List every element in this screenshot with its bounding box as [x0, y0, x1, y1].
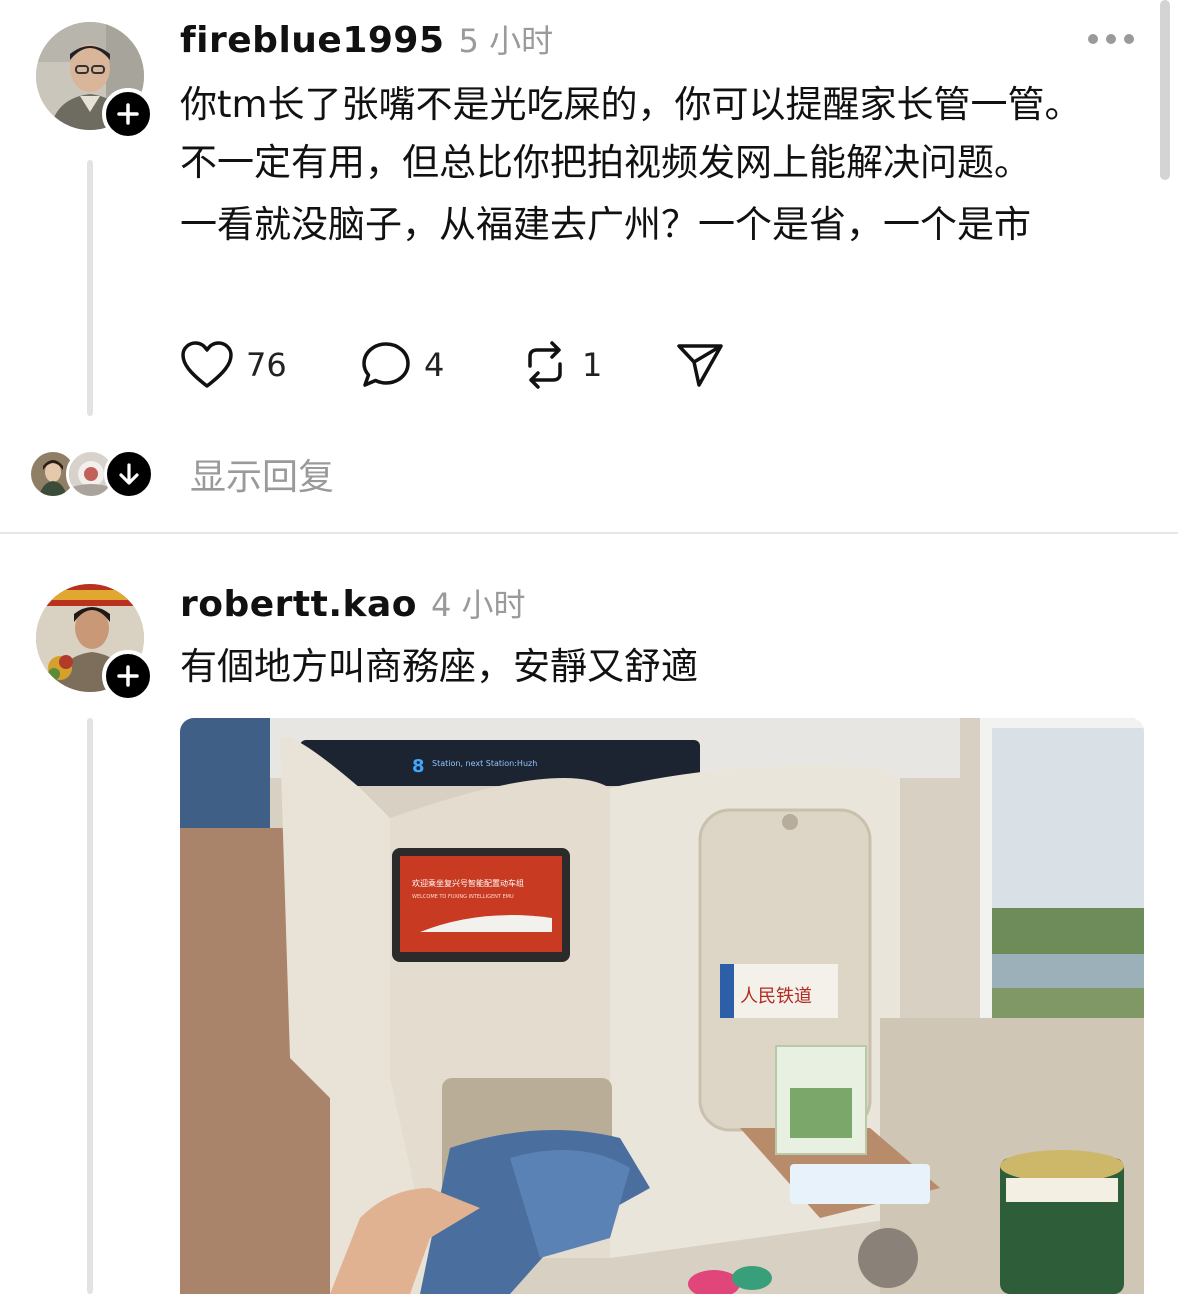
post-divider — [0, 532, 1178, 534]
post-paragraph: 一看就没脑子，从福建去广州？一个是省，一个是市 — [180, 203, 1031, 246]
show-replies-row[interactable]: 显示回复 — [28, 448, 334, 500]
comment-count: 4 — [424, 346, 445, 384]
username[interactable]: robertt.kao — [180, 584, 417, 625]
arrow-down-icon — [119, 463, 139, 485]
post-header: robertt.kao 4 小时 — [180, 580, 526, 626]
magazine-title: 人民铁道 — [740, 986, 812, 1007]
follow-button[interactable] — [102, 650, 154, 702]
timestamp: 5 小时 — [458, 22, 554, 60]
share-icon — [677, 344, 723, 387]
plus-icon — [117, 103, 139, 125]
comment-icon — [362, 342, 410, 387]
post-header: fireblue1995 5 小时 — [180, 16, 553, 62]
post: robertt.kao 4 小时 有個地方叫商務座，安靜又舒適 8 Statio… — [0, 536, 1178, 1294]
thread-line — [87, 718, 93, 1294]
expand-replies-button[interactable] — [104, 449, 154, 499]
follow-button[interactable] — [102, 88, 154, 140]
action-bar: 76 4 1 — [180, 340, 725, 390]
more-icon[interactable] — [1088, 32, 1134, 46]
heart-icon — [181, 341, 233, 388]
train-business-seat-photo: 8 Station, next Station:Huzh 欢迎乘坐复兴号智能配置… — [180, 718, 1144, 1294]
led-number: 8 — [412, 756, 425, 777]
screen-subtitle: WELCOME TO FUXING INTELLIGENT EMU — [412, 894, 514, 900]
timestamp: 4 小时 — [431, 586, 526, 624]
plus-icon — [117, 665, 139, 687]
post-text: 有個地方叫商務座，安靜又舒適 — [180, 638, 1110, 696]
comment-button[interactable]: 4 — [360, 340, 520, 390]
repost-button[interactable]: 1 — [520, 340, 675, 390]
led-text: Station, next Station:Huzh — [432, 759, 537, 768]
share-button[interactable] — [675, 341, 725, 389]
username[interactable]: fireblue1995 — [180, 20, 445, 61]
post-paragraph: 你tm长了张嘴不是光吃屎的，你可以提醒家长管一管。不一定有用，但总比你把拍视频发… — [180, 83, 1082, 184]
repost-count: 1 — [582, 346, 603, 384]
repost-icon — [528, 341, 562, 389]
thread-feed: fireblue1995 5 小时 你tm长了张嘴不是光吃屎的，你可以提醒家长管… — [0, 0, 1178, 1294]
like-button[interactable]: 76 — [180, 340, 360, 390]
post-image[interactable]: 8 Station, next Station:Huzh 欢迎乘坐复兴号智能配置… — [180, 718, 1144, 1294]
post: fireblue1995 5 小时 你tm长了张嘴不是光吃屎的，你可以提醒家长管… — [0, 0, 1178, 530]
post-text: 你tm长了张嘴不是光吃屎的，你可以提醒家长管一管。不一定有用，但总比你把拍视频发… — [180, 76, 1110, 254]
screen-title: 欢迎乘坐复兴号智能配置动车组 — [412, 878, 524, 888]
like-count: 76 — [246, 346, 287, 384]
thread-line — [87, 160, 93, 416]
post-paragraph: 有個地方叫商務座，安靜又舒適 — [180, 645, 698, 688]
show-replies-label[interactable]: 显示回复 — [190, 448, 334, 500]
